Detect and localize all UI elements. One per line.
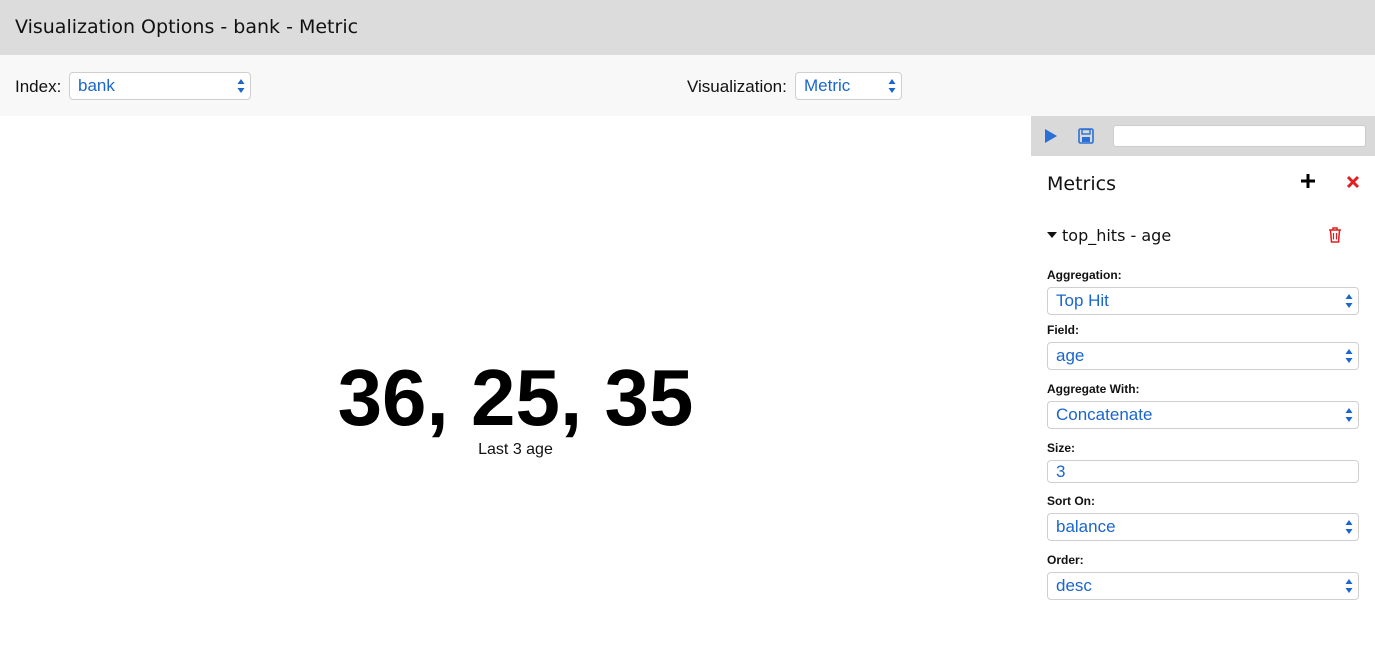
order-select[interactable]: desc	[1047, 572, 1359, 600]
metric-label: Last 3 age	[478, 441, 553, 458]
field-select-value: age	[1056, 346, 1085, 365]
close-icon[interactable]	[1344, 173, 1362, 191]
order-label: Order:	[1047, 553, 1084, 567]
select-arrows-icon	[237, 79, 245, 93]
select-arrows-icon	[1345, 294, 1353, 308]
aggregation-label: Aggregation:	[1047, 268, 1122, 282]
toolbar-input[interactable]	[1113, 125, 1366, 147]
index-select[interactable]: bank	[69, 72, 251, 100]
select-arrows-icon	[888, 79, 896, 93]
metric-value: 36, 25, 35	[337, 353, 694, 442]
play-icon[interactable]	[1040, 126, 1060, 146]
index-select-value: bank	[78, 76, 115, 95]
window-titlebar: Visualization Options - bank - Metric	[0, 0, 1375, 55]
options-bar: Index: bank Visualization: Metric	[0, 55, 1375, 116]
editor-toolbar	[1031, 116, 1375, 156]
size-input-value: 3	[1056, 462, 1066, 481]
aggregation-header-label: top_hits - age	[1062, 226, 1172, 245]
aggregate-with-label: Aggregate With:	[1047, 382, 1140, 396]
sort-on-select[interactable]: balance	[1047, 513, 1359, 541]
aggregation-select-value: Top Hit	[1056, 291, 1109, 310]
size-input[interactable]: 3	[1047, 460, 1359, 483]
trash-icon[interactable]	[1327, 226, 1343, 244]
select-arrows-icon	[1345, 520, 1353, 534]
aggregate-with-select-value: Concatenate	[1056, 405, 1153, 424]
editor-sidebar: Metrics top_hits - age Aggregation: Top …	[1031, 116, 1375, 650]
visualization-label: Visualization:	[687, 77, 787, 96]
sort-on-label: Sort On:	[1047, 494, 1095, 508]
select-arrows-icon	[1345, 349, 1353, 363]
aggregation-select[interactable]: Top Hit	[1047, 287, 1359, 315]
visualization-select[interactable]: Metric	[795, 72, 902, 100]
aggregate-with-select[interactable]: Concatenate	[1047, 401, 1359, 429]
sort-on-select-value: balance	[1056, 517, 1116, 536]
metrics-title: Metrics	[1047, 173, 1116, 195]
index-label: Index:	[15, 77, 62, 96]
caret-down-icon	[1047, 231, 1057, 238]
window-title: Visualization Options - bank - Metric	[15, 16, 359, 38]
visualization-canvas: 36, 25, 35 Last 3 age	[0, 116, 1031, 650]
aggregation-header[interactable]: top_hits - age	[1047, 226, 1171, 245]
order-select-value: desc	[1056, 576, 1092, 595]
size-label: Size:	[1047, 441, 1076, 455]
plus-icon[interactable]	[1299, 172, 1317, 190]
save-icon[interactable]	[1076, 126, 1096, 146]
select-arrows-icon	[1345, 408, 1353, 422]
visualization-select-value: Metric	[804, 76, 851, 95]
field-label: Field:	[1047, 323, 1079, 337]
field-select[interactable]: age	[1047, 342, 1359, 370]
select-arrows-icon	[1345, 579, 1353, 593]
